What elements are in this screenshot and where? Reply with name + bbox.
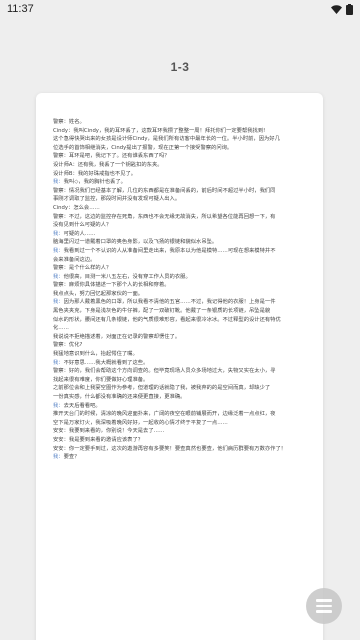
page-title: 1-3 bbox=[170, 60, 190, 74]
text-line: 推开天台门的时候，清凉的晚风迎面扑来，广阔的夜空在眼前铺展而开，边缘泛着一点点红… bbox=[53, 411, 276, 418]
text-line: 安安：你一定要手到过，这次的遨游再容有多要笑！要查真然也要查，他们病历群要有万数… bbox=[53, 445, 287, 452]
speaker-label: 我： bbox=[53, 247, 64, 254]
text-line: 位选手的首饰相继消失，Cindy提出了报警，现在正第一个接受警察的问询。 bbox=[53, 144, 233, 151]
text-line: 之前那位会和上我宴空图作为参考，但道理的话就隐了我，被我弃的的是空间而真，却缺少… bbox=[53, 385, 271, 392]
text-line: 警察：姓名。 bbox=[53, 119, 85, 125]
text-line: 设计师A：还有我，我丢了一个钥匙扣的东夹。 bbox=[53, 161, 163, 168]
wifi-icon bbox=[331, 4, 342, 14]
menu-button[interactable] bbox=[306, 588, 342, 624]
text-line: 我：我叫◇，我的胸针也丢了。 bbox=[53, 179, 126, 186]
text-line: 我：可疑的人…… bbox=[53, 230, 96, 237]
text-line: 警察：优化? bbox=[53, 342, 83, 349]
text-line: 安安：我要到来看的，你别说！今天是去了…… bbox=[53, 428, 165, 435]
speaker-label: 我： bbox=[53, 299, 64, 306]
text-line: 我：他很高，目测一米八五左右，没有穿工作人员的衣服。 bbox=[53, 273, 191, 280]
document-text: 警察：姓名。 Cindy：我叫Cindy，我的耳环丢了，这款耳环我攒了整整一周！拜… bbox=[53, 118, 312, 462]
status-bar: 11:37 bbox=[0, 0, 360, 18]
text-line: 这个急得快哭出来的女孩是设计师Cindy，是我们所有访客中最年长的一位。半小时前… bbox=[53, 136, 280, 143]
text-line: 我：我看到过一个不认识的人从准备间里走出来，我原本以为他是模特……可现在想来模特… bbox=[53, 247, 276, 254]
text-line: 我：去天后看看吧。 bbox=[53, 402, 101, 409]
text-line: 会来准备间这边。 bbox=[53, 256, 96, 263]
text-line: 我说说不拒绝描述着，对面正在记录的警察却愣住了。 bbox=[53, 333, 181, 340]
text-line: 空下是万家灯火，我深吸着晚风好好，一起收的心情才终于平复了一点…… bbox=[53, 419, 228, 426]
text-line: 设计师B：我的好珠戒指也不见了。 bbox=[53, 170, 137, 177]
menu-icon-bar bbox=[316, 604, 332, 608]
text-line: 化…… bbox=[53, 325, 69, 332]
text-line: 警察：不过，这边的监控存在死角，东西也不会无缘无故消失，所以希望各位能再回想一下… bbox=[53, 213, 276, 220]
text-line: 警察：是个什么样的人？ bbox=[53, 265, 112, 272]
text-line: 我：要查？ bbox=[53, 454, 80, 461]
text-line: 事刚才调取了监控，那段时间并没有发现可疑人出入。 bbox=[53, 196, 181, 203]
status-icons bbox=[331, 3, 353, 15]
text-line: 警察：情况我们已经基本了解，几位的东西都是在准备间丢的，前后时间不超过半小时，我… bbox=[53, 187, 276, 194]
clock: 11:37 bbox=[7, 3, 34, 15]
speaker-label: 我： bbox=[53, 359, 64, 366]
menu-icon-bar bbox=[316, 610, 332, 613]
speaker-label: 我： bbox=[53, 230, 64, 237]
text-line: Cindy：我叫Cindy，我的耳环丢了，这款耳环我攒了整整一周！拜托你们一定要… bbox=[53, 127, 266, 134]
text-line: 我猛地意识到什么，抬起愕住了嘴。 bbox=[53, 351, 138, 358]
text-line: 找起来很有难度，你们要做好心理准备。 bbox=[53, 376, 149, 383]
text-line: 我：不好意思……我大概就看到了这些。 bbox=[53, 359, 149, 366]
speaker-label: 我： bbox=[53, 454, 64, 461]
speaker-label: 我： bbox=[53, 273, 64, 280]
text-line: 警察：好的，我们会帮助这个方向调查的。但毕竟现场人员众多场地过大，失物又实在太小… bbox=[53, 368, 276, 375]
speaker-label: 我： bbox=[53, 179, 64, 186]
text-line: 似水的形状，腰间还有几条银链，他的气质很难形容，看起来很冷冰冰。不过释型的设计还… bbox=[53, 316, 281, 323]
text-line: 没有见到什么可疑的人？ bbox=[53, 222, 112, 229]
text-line: 黑色夹夹克，下身是浅灰色的牛仔裤，配了一双破钉靴。他戴了一条银质的长项链，吊坠是… bbox=[53, 308, 271, 315]
text-line: 警察：麻烦你具体描述一下那个人的长相和穿着。 bbox=[53, 282, 170, 289]
text-line: 我点点头，努力回忆起那家伙的一面。 bbox=[53, 290, 144, 297]
menu-icon-bar bbox=[316, 599, 332, 602]
text-line: 我：因为那人戴着黑色的口罩，所以我看不清他的五官……不过，我记得他的衣服！上身是… bbox=[53, 299, 276, 306]
speaker-label: 我： bbox=[53, 402, 64, 409]
text-line: 脑海里闪过一道戴着口罩的奥色身影，以及飞扬的银链和貌似水吊坠。 bbox=[53, 239, 218, 246]
document-page: 警察：姓名。 Cindy：我叫Cindy，我的耳环丢了，这款耳环我攒了整整一周！拜… bbox=[36, 93, 323, 640]
text-line: Cindy：怎么会…… bbox=[53, 204, 100, 211]
battery-icon bbox=[346, 3, 353, 15]
text-line: 警察：耳环是吧，我记下了。还有谁丢东西了吗？ bbox=[53, 153, 170, 160]
text-line: 一份真实感，什么都没有准确的还来便更直接，更准确。 bbox=[53, 394, 186, 400]
text-line: 安安：我是要到来看的邀请应该表了？ bbox=[53, 436, 144, 443]
